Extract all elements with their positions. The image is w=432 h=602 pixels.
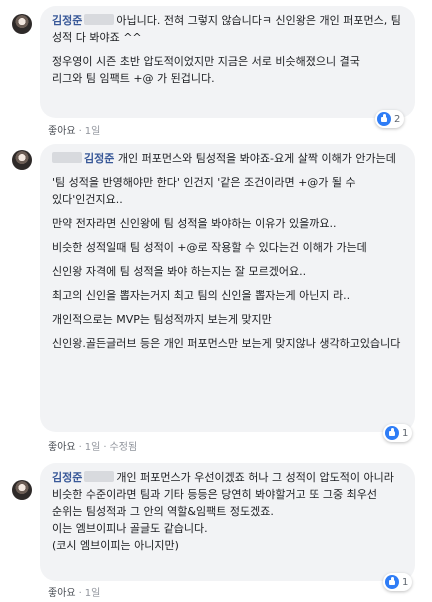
comment-first-line: 김정준 개인 퍼포먼스와 팀성적을 봐야죠-요게 살짝 이해가 안가는데 [52,150,403,167]
comment-paragraph: 만약 전자라면 신인왕에 팀 성적을 봐야하는 이유가 있을까요.. [52,217,337,230]
comment-bubble: 김정준 아닙니다. 전혀 그렇지 않습니다ㅋ 신인왕은 개인 퍼포먼스, 팀 성적… [40,6,415,118]
comment-paragraph: 최고의 신인을 뽑자는거지 최고 팀의 신인을 뽑자는게 아닌지 라.. [52,289,351,302]
redacted-name [84,14,115,25]
separator-dot: · [103,442,107,453]
redacted-name [52,152,82,163]
comment-meta: 좋아요 · 1일 · 수정됨 [48,438,137,453]
separator-dot: · [78,126,82,137]
comment-meta: 좋아요 · 1일 [48,122,100,137]
avatar[interactable] [12,150,32,170]
reaction-count-value: 2 [394,113,401,125]
like-reaction-icon [377,112,391,126]
author-name[interactable]: 김정준 [52,14,82,27]
comment-paragraph: '팀 성적을 반영해야만 한다' 인건지 '같은 조건이라면 +@가 될 수 있… [52,176,360,206]
comment-meta: 좋아요 · 1일 [48,584,100,599]
reaction-count[interactable]: 2 [375,110,405,128]
reaction-count-value: 1 [402,427,409,439]
redacted-name [84,471,115,482]
comment-paragraph: 신인왕 자격에 팀 성적을 봐야 하는지는 잘 모르겠어요.. [52,265,307,278]
avatar[interactable] [12,14,32,34]
comment-text: 개인 퍼포먼스가 우선이겠죠 허나 그 성적이 압도적이 아니라 비슷한 수준이… [52,471,394,552]
comment-bubble: 김정준 개인 퍼포먼스가 우선이겠죠 허나 그 성적이 압도적이 아니라 비슷한 … [40,463,415,581]
timestamp[interactable]: 1일 [85,588,101,599]
separator-dot: · [78,588,82,599]
comment-text: 개인 퍼포먼스와 팀성적을 봐야죠-요게 살짝 이해가 안가는데 [117,152,396,165]
like-reaction-icon [385,426,399,440]
avatar[interactable] [12,480,32,500]
comment-first-line: 김정준 아닙니다. 전혀 그렇지 않습니다ㅋ 신인왕은 개인 퍼포먼스, 팀 성적… [52,12,403,46]
reaction-count[interactable]: 1 [383,424,413,442]
like-link[interactable]: 좋아요 [48,126,76,137]
edited-label[interactable]: 수정됨 [110,442,138,453]
timestamp[interactable]: 1일 [85,126,101,137]
comment-paragraph: 개인적으로는 MVP는 팀성적까지 보는게 맞지만 [52,313,272,326]
like-reaction-icon [385,575,399,589]
like-link[interactable]: 좋아요 [48,588,76,599]
comment-paragraph: 정우영이 시즌 초반 압도적이었지만 지금은 서로 비슷해졌으니 결국 리그와 … [52,55,360,85]
separator-dot: · [78,442,82,453]
comment-paragraph: 신인왕.골든글러브 등은 개인 퍼포먼스만 보는게 맞지않나 생각하고있습니다 [52,337,401,350]
comment-paragraph: 비슷한 성적일때 팀 성적이 +@로 작용할 수 있다는건 이해가 가는데 [52,241,367,254]
comment-bubble: 김정준 개인 퍼포먼스와 팀성적을 봐야죠-요게 살짝 이해가 안가는데 '팀 … [40,144,415,432]
comment-first-line: 김정준 개인 퍼포먼스가 우선이겠죠 허나 그 성적이 압도적이 아니라 비슷한 … [52,469,403,554]
like-link[interactable]: 좋아요 [48,442,76,453]
author-name[interactable]: 김정준 [84,152,114,165]
reaction-count-value: 1 [402,576,409,588]
reaction-count[interactable]: 1 [383,573,413,591]
timestamp[interactable]: 1일 [85,442,101,453]
author-name[interactable]: 김정준 [52,471,82,484]
